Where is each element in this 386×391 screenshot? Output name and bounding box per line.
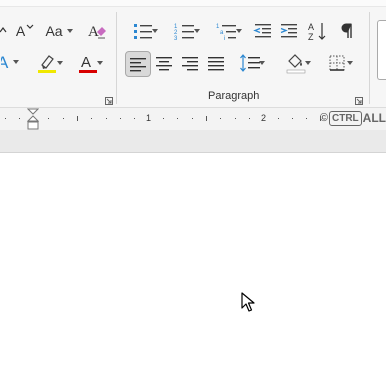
decrease-indent-button[interactable] — [252, 20, 274, 42]
paragraph-group-label: Paragraph — [208, 90, 260, 102]
sort-az-icon: A Z — [308, 22, 326, 42]
chevron-down-icon — [13, 60, 19, 64]
watermark-ctrl-box: CTRL — [329, 110, 362, 126]
ruler-dot — [5, 118, 6, 119]
svg-text:Z: Z — [308, 32, 314, 42]
chevron-down-icon — [347, 61, 353, 65]
align-center-button[interactable] — [152, 51, 176, 75]
chevron-down-icon — [152, 29, 158, 33]
ruler-dot — [48, 118, 49, 119]
paint-bucket-icon — [286, 54, 306, 74]
caret-down-small-icon — [26, 24, 34, 29]
font-color-button[interactable]: A — [70, 51, 106, 75]
decrease-indent-icon — [253, 24, 271, 38]
bullets-button[interactable] — [126, 20, 160, 42]
ruler-number: 1 — [146, 113, 152, 123]
bullets-icon — [134, 24, 152, 39]
watermark-trailing-text: ALL — [362, 111, 386, 125]
pilcrow-icon — [341, 23, 352, 38]
highlight-color-button[interactable] — [30, 51, 64, 75]
ruler-dot — [106, 118, 107, 119]
multilevel-list-icon: 1 a i — [216, 24, 236, 40]
ribbon: A Aa A A A 1 2 3 1 a i A Z Paragraph — [0, 0, 386, 107]
line-spacing-button[interactable] — [232, 51, 268, 75]
styles-gallery-edge[interactable] — [377, 20, 386, 80]
group-separator — [116, 12, 117, 104]
watermark-symbol: © — [319, 112, 328, 124]
multilevel-list-button[interactable]: 1 a i — [210, 20, 244, 42]
document-top-margin-band — [0, 130, 386, 153]
document-page[interactable] — [0, 153, 386, 391]
line-spacing-icon — [240, 54, 260, 72]
chevron-down-icon — [66, 29, 73, 33]
ruler-dot — [163, 118, 164, 119]
chevron-down-icon — [236, 29, 242, 33]
caret-up-icon — [0, 27, 7, 33]
ruler-dot — [192, 118, 193, 119]
clear-formatting-button[interactable]: A — [86, 19, 108, 43]
shrink-font-button[interactable]: A — [14, 20, 36, 42]
increase-indent-icon — [280, 24, 297, 38]
increase-indent-button[interactable] — [278, 20, 300, 42]
svg-text:3: 3 — [174, 36, 178, 40]
font-color-icon: A — [79, 54, 97, 73]
change-case-button[interactable]: Aa — [42, 20, 76, 42]
align-right-button[interactable] — [178, 51, 202, 75]
paragraph-dialog-launcher-icon[interactable] — [355, 92, 363, 105]
group-separator — [369, 12, 370, 104]
ruler-tick — [77, 116, 78, 121]
shrink-font-label: A — [15, 23, 26, 39]
svg-text:i: i — [224, 36, 225, 40]
ruler-dot — [134, 118, 135, 119]
chevron-down-icon — [305, 61, 311, 65]
ruler-dot — [91, 118, 92, 119]
svg-text:A: A — [81, 54, 91, 71]
chevron-down-icon — [259, 61, 265, 65]
chevron-down-icon — [194, 29, 200, 33]
borders-icon — [329, 55, 345, 71]
ruler-number: 2 — [261, 113, 267, 123]
numbering-icon: 1 2 3 — [174, 24, 194, 40]
clear-formatting-icon: A — [88, 24, 106, 40]
ruler-tick — [206, 116, 207, 121]
svg-text:A: A — [1, 53, 9, 72]
show-formatting-marks-button[interactable] — [336, 19, 358, 43]
ruler-dot — [306, 118, 307, 119]
align-left-icon — [130, 58, 146, 72]
sort-button[interactable]: A Z — [306, 19, 330, 43]
ruler-dot — [278, 118, 279, 119]
indent-marker-icon[interactable] — [26, 108, 40, 130]
ruler-dot — [120, 118, 121, 119]
numbering-button[interactable]: 1 2 3 — [168, 20, 202, 42]
svg-text:A: A — [308, 22, 314, 32]
justify-button[interactable] — [204, 51, 228, 75]
ctrl-all-watermark: © CTRL ALL — [320, 108, 386, 128]
chevron-down-icon — [57, 61, 63, 65]
ruler-dot — [292, 118, 293, 119]
shading-button[interactable] — [278, 51, 314, 75]
align-right-icon — [182, 57, 198, 71]
font-dialog-launcher-icon[interactable] — [105, 92, 113, 105]
ruler-dot — [235, 118, 236, 119]
ruler-dot — [220, 118, 221, 119]
change-case-label: Aa — [45, 23, 63, 39]
grow-font-partial-button[interactable] — [0, 22, 8, 40]
ruler-dot — [249, 118, 250, 119]
highlighter-icon — [38, 55, 56, 73]
text-effects-button[interactable]: A — [0, 51, 22, 73]
ruler-dot — [177, 118, 178, 119]
ruler-dot — [19, 118, 20, 119]
chevron-down-icon — [97, 61, 103, 65]
align-center-icon — [156, 57, 172, 71]
justify-icon — [208, 57, 224, 71]
mouse-cursor-icon — [241, 292, 257, 314]
ruler-dot — [63, 118, 64, 119]
ribbon-top-edge — [0, 0, 386, 7]
align-left-button[interactable] — [125, 51, 151, 77]
borders-button[interactable] — [318, 51, 356, 75]
